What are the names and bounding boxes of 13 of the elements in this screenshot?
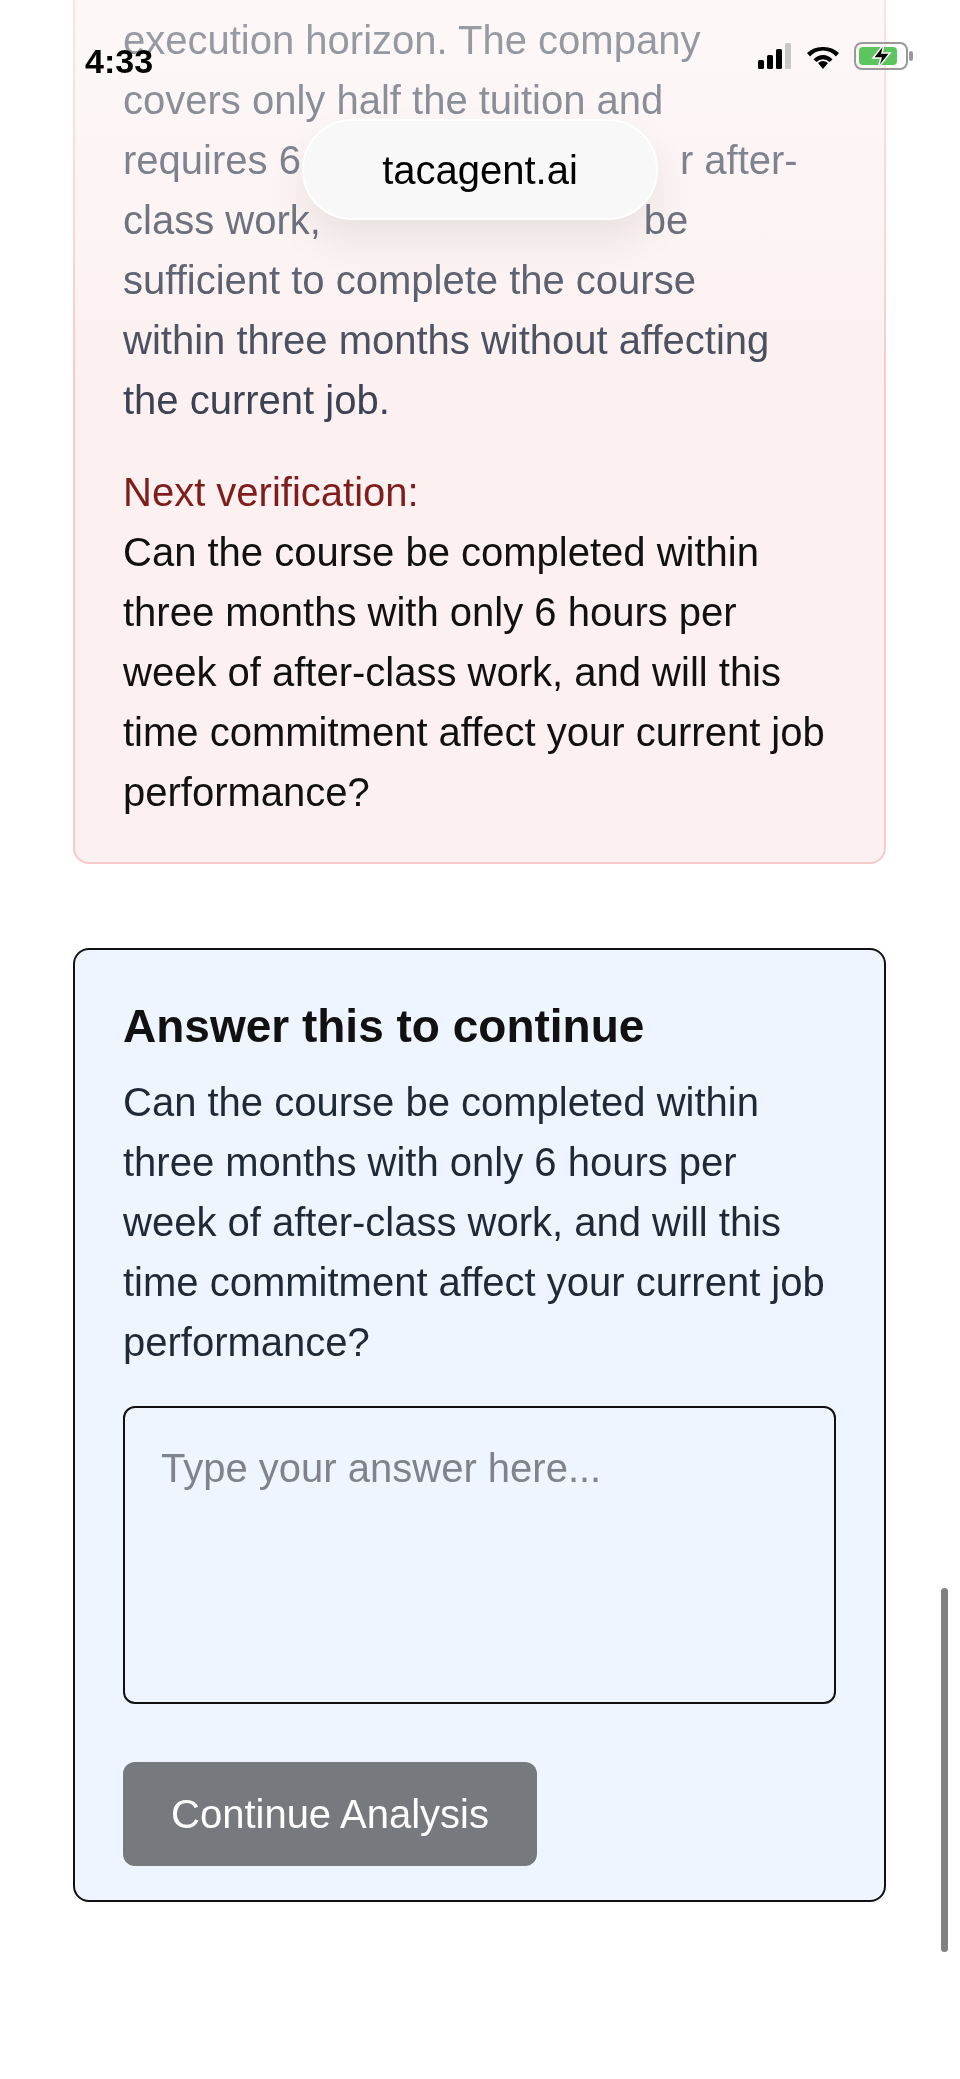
battery-charging-icon: [854, 42, 914, 70]
text-line: sufficient to complete the course: [123, 257, 696, 304]
question-text: Can the course be completed within three months with only 6 hours per week of after-class work, and will this time commitment affect your current job performance?: [123, 1079, 826, 1366]
text-line: the current job.: [123, 377, 390, 424]
scrollbar[interactable]: [941, 1588, 948, 1952]
verification-question: Can the course be completed within three months with only 6 hours per week of after-class work, and will this time commitment affect your current job performance?: [123, 529, 826, 816]
verification-label: Next verification:: [123, 469, 420, 516]
card-heading: Answer this to continue: [123, 999, 646, 1054]
text-line: within three months without affecting: [123, 317, 770, 364]
signal-icon: [758, 43, 792, 69]
text-line: r after-: [679, 137, 798, 184]
text-line: requires 6: [123, 137, 301, 184]
answer-field[interactable]: Type your answer here...: [123, 1406, 836, 1704]
